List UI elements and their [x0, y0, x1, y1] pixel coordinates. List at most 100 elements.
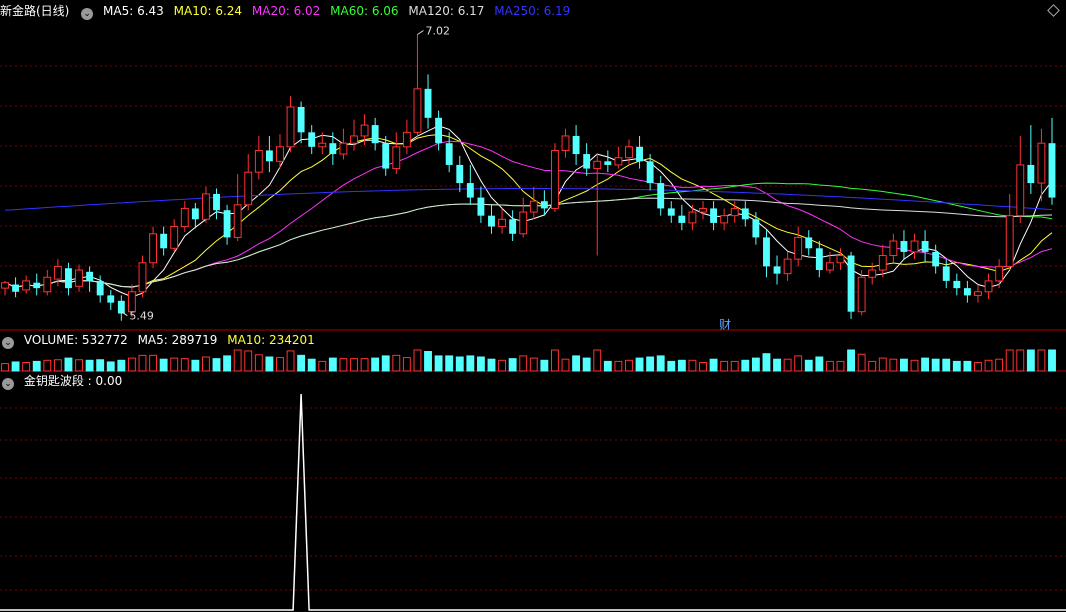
- volume-bar: [191, 359, 200, 372]
- candle: [984, 280, 993, 293]
- candle: [33, 282, 41, 289]
- volume-bar: [180, 358, 189, 372]
- volume-bar: [212, 358, 221, 372]
- candle: [318, 142, 327, 148]
- volume-bar: [963, 360, 972, 372]
- candle: [445, 143, 453, 165]
- candle: [477, 197, 485, 216]
- volume-bar: [11, 361, 20, 372]
- volume-bar: [254, 354, 263, 372]
- candle: [138, 262, 147, 293]
- volume-bar: [561, 358, 570, 372]
- candle: [160, 233, 168, 249]
- high-pointer: [417, 30, 424, 35]
- volume-bar: [836, 360, 845, 372]
- volume-bar: [730, 360, 739, 372]
- candle: [413, 88, 422, 133]
- candle: [350, 135, 358, 144]
- volume-bar: [974, 362, 982, 372]
- volume-bar: [170, 357, 179, 372]
- candle: [889, 240, 898, 257]
- candle: [836, 255, 845, 264]
- candle: [53, 265, 62, 280]
- candle: [805, 237, 813, 249]
- volume-bar: [984, 359, 993, 372]
- candle: [625, 146, 633, 159]
- volume-bar: [783, 358, 792, 372]
- volume-bar: [498, 359, 506, 372]
- candle: [1, 282, 9, 289]
- volume-bar: [22, 362, 31, 372]
- candle: [783, 258, 792, 275]
- volume-bar: [307, 358, 316, 372]
- candle: [233, 204, 242, 238]
- candle: [329, 143, 337, 155]
- volume-bar: [381, 355, 390, 372]
- candle: [466, 183, 474, 198]
- candle: [149, 233, 157, 264]
- volume-bar: [529, 357, 538, 372]
- volume-bar: [741, 359, 750, 372]
- candle: [540, 201, 548, 209]
- volume-bar: [857, 353, 866, 372]
- stock-chart[interactable]: 7.02 5.49: [0, 0, 1066, 612]
- volume-bar: [614, 360, 623, 372]
- candle: [360, 124, 369, 137]
- volume-bar: [709, 358, 718, 372]
- volume-bar: [413, 349, 422, 372]
- candle: [752, 219, 760, 238]
- ma250-line: [4, 188, 1053, 211]
- volume-bar: [952, 360, 961, 372]
- volume-bar: [646, 356, 655, 372]
- candle: [910, 240, 919, 253]
- candle: [509, 219, 517, 234]
- grid: [0, 65, 1066, 591]
- candle: [43, 276, 52, 293]
- volume-bar: [519, 355, 528, 372]
- candle: [561, 135, 570, 151]
- candle: [646, 161, 654, 184]
- volume-bar: [508, 358, 517, 372]
- candle: [86, 271, 94, 281]
- volume-bar: [900, 358, 908, 372]
- candle: [117, 300, 125, 314]
- ma5-line: [4, 125, 1053, 298]
- candle: [1027, 164, 1035, 184]
- volume-bar: [656, 355, 665, 372]
- candle: [847, 255, 855, 312]
- volume-bar: [773, 358, 781, 372]
- volume-bar: [159, 358, 168, 372]
- candle: [551, 149, 559, 209]
- candle: [815, 248, 823, 271]
- candle: [75, 269, 83, 287]
- candle: [297, 106, 305, 133]
- volume-bar: [402, 357, 411, 372]
- indicator: [0, 393, 1066, 611]
- volume-bar: [202, 356, 210, 372]
- candle: [773, 266, 781, 274]
- volume-bar: [371, 357, 380, 372]
- volume-bar: [276, 357, 284, 372]
- volume-bar: [688, 359, 697, 372]
- candle: [1048, 143, 1056, 198]
- candle: [794, 236, 803, 260]
- candle: [371, 125, 379, 144]
- candle: [720, 215, 729, 224]
- candle: [180, 207, 189, 228]
- candle: [244, 171, 253, 206]
- candle: [12, 284, 20, 292]
- candle: [1016, 164, 1025, 217]
- candle: [308, 132, 316, 147]
- volume-bar: [889, 358, 898, 372]
- volume-bar: [921, 357, 930, 372]
- candle: [614, 157, 623, 166]
- volume-bar: [794, 355, 803, 372]
- volume-bar: [603, 360, 612, 372]
- indicator-line: [0, 393, 1066, 611]
- volume-bar: [455, 356, 464, 372]
- volume-bar: [540, 359, 549, 372]
- volume-bar: [762, 353, 771, 372]
- volume-bar: [635, 357, 644, 372]
- volume-bar: [43, 359, 52, 372]
- candle: [699, 207, 707, 213]
